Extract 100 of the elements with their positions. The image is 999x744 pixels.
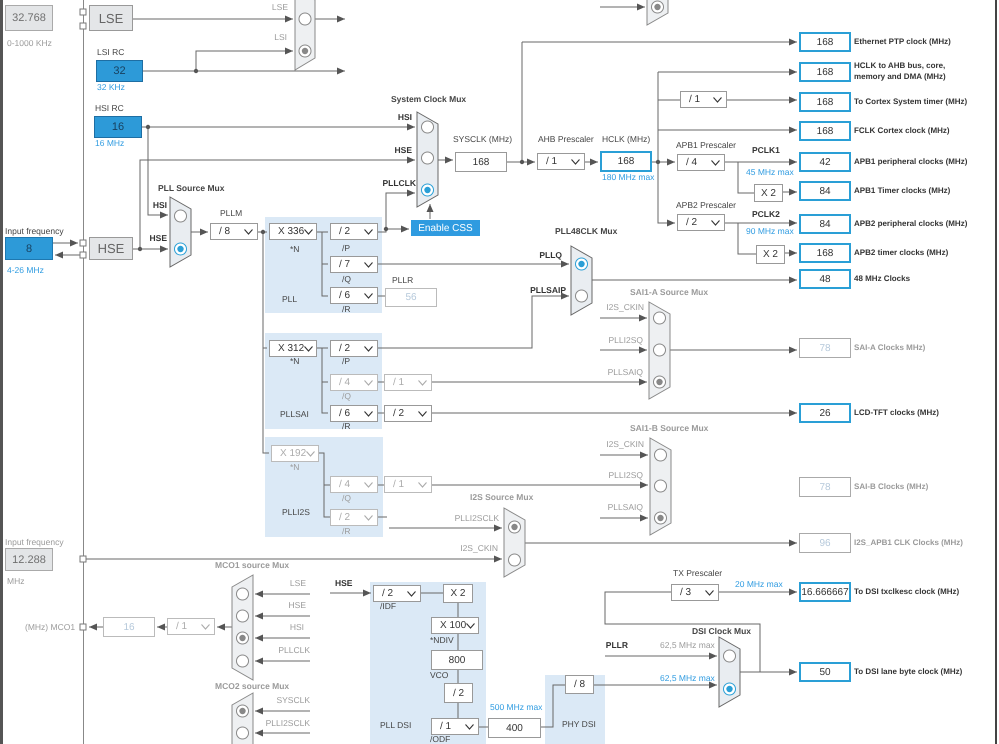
connector-line (738, 162, 754, 194)
diagram-label: TX Prescaler (673, 567, 722, 579)
output-clock-label: To DSI txclkesc clock (MHz) (854, 586, 960, 597)
output-frequency-field[interactable]: 168 (799, 92, 851, 112)
mux-title: SAI1-B Source Mux (630, 422, 708, 434)
diagram-label: 500 MHz max (490, 701, 542, 713)
prescaler-dropdown[interactable]: X 312 (269, 340, 317, 357)
arrow-connector (584, 158, 598, 166)
arrow-connector (600, 4, 646, 10)
mux-input-label: LSI (274, 31, 287, 43)
prescaler-dropdown[interactable]: / 2 (384, 405, 432, 422)
output-frequency-field[interactable]: 42 (799, 152, 851, 172)
output-frequency-field[interactable]: 168 (799, 121, 851, 141)
mux-input-label: PLLQ (539, 249, 562, 261)
oscillator-frequency: 32 KHz (97, 81, 125, 93)
chevron-down-icon (713, 96, 722, 102)
chevron-down-icon (364, 380, 373, 386)
block-title: PLL DSI (380, 719, 412, 731)
prescaler-dropdown[interactable]: / 6 (330, 287, 378, 304)
mux-title: MCO2 source Mux (215, 680, 290, 692)
prescaler-dropdown[interactable]: / 6 (330, 405, 378, 422)
mux-input-label: PLLCLK (382, 177, 416, 189)
prescaler-caption: *N (290, 355, 300, 367)
frequency-field[interactable]: 168 (455, 152, 507, 172)
output-clock-label: APB1 peripheral clocks (MHz) (854, 156, 968, 167)
chevron-down-icon (711, 160, 720, 166)
diagram-label: APB2 Prescaler (676, 199, 736, 211)
frequency-field[interactable]: 800 (431, 650, 483, 670)
prescaler-dropdown[interactable]: / 2 (330, 223, 378, 240)
input-frequency-label: Input frequency (5, 225, 64, 237)
output-frequency-field[interactable]: 48 (799, 269, 851, 289)
frequency-field[interactable]: 168 (600, 151, 652, 172)
output-clock-label: 48 MHz Clocks (854, 273, 910, 284)
junction-dot (384, 226, 388, 232)
prescaler-dropdown[interactable]: / 2 (373, 585, 421, 602)
chevron-down-icon (418, 482, 427, 488)
prescaler-dropdown[interactable]: X 336 (269, 223, 317, 240)
arrow-connector (254, 612, 310, 620)
arrow-connector (330, 590, 372, 596)
prescaler-dropdown[interactable]: / 3 (671, 584, 719, 601)
arrow-connector (314, 16, 346, 22)
mux-input-label: HSI (290, 621, 304, 633)
connector-line (478, 726, 488, 728)
prescaler-dropdown[interactable]: / 4 (677, 154, 725, 171)
junction-dot (138, 246, 142, 252)
prescaler-dropdown[interactable]: / 1 (537, 153, 585, 170)
multiplier-value: X 2 (443, 584, 473, 603)
input-frequency-field[interactable]: 32.768 (5, 5, 53, 31)
diagram-label: SYSCLK (MHz) (453, 133, 512, 145)
pin-icon (80, 240, 86, 246)
mux-input-label: HSI (398, 111, 412, 123)
mux-input-label: PLLSAIQ (608, 501, 643, 513)
output-frequency-field[interactable]: 84 (799, 214, 851, 234)
output-clock-label: FCLK Cortex clock (MHz) (854, 125, 950, 136)
connector-line (738, 222, 756, 254)
output-frequency-field[interactable]: 168 (799, 243, 851, 263)
output-clock-label: To Cortex System timer (MHz) (854, 96, 968, 107)
prescaler-dropdown[interactable]: / 2 (677, 214, 725, 231)
mux-input-label: I2S_CKIN (606, 438, 644, 450)
diagram-label: 180 MHz max (602, 171, 654, 183)
prescaler-caption: /Q (342, 390, 351, 402)
output-frequency-field[interactable]: 84 (799, 181, 851, 201)
prescaler-dropdown[interactable]: X 100 (431, 617, 479, 634)
arrow-connector (600, 514, 648, 522)
chevron-down-icon (711, 220, 720, 226)
output-frequency-field[interactable]: 26 (799, 403, 851, 423)
prescaler-dropdown[interactable]: / 7 (330, 256, 378, 273)
arrow-connector (88, 624, 104, 630)
prescaler-dropdown[interactable]: / 8 (210, 223, 258, 240)
chevron-down-icon (244, 228, 253, 234)
prescaler-dropdown[interactable]: / 2 (330, 340, 378, 357)
prescaler-dropdown[interactable]: / 1 (680, 91, 727, 108)
pin-icon (80, 624, 86, 630)
pin-icon (80, 252, 86, 258)
frequency-field[interactable]: 400 (488, 718, 541, 738)
arrow-connector (156, 624, 168, 630)
oscillator-block: LSE (89, 5, 133, 31)
arrow-connector (54, 252, 80, 258)
mux-title: SAI1-A Source Mux (630, 286, 708, 298)
output-frequency-field[interactable]: 50 (799, 662, 851, 682)
multiplier-value: X 2 (756, 245, 785, 264)
output-frequency-field[interactable]: 168 (799, 32, 851, 52)
output-frequency-field[interactable]: 168 (799, 62, 851, 82)
prescaler-caption: /R (342, 420, 350, 432)
input-frequency-field[interactable]: 12.288 (5, 548, 53, 571)
pin-icon (80, 8, 86, 16)
chevron-down-icon (418, 380, 427, 386)
connector-line (420, 592, 444, 594)
diagram-label: 90 MHz max (746, 225, 794, 237)
junction-dot (520, 160, 524, 164)
mux-input-label: I2S_CKIN (606, 301, 644, 313)
mux-input-label: PLLR (606, 639, 628, 651)
diagram-label: 62,5 MHz max (660, 672, 715, 684)
prescaler-dropdown[interactable]: / 1 (431, 718, 479, 735)
chevron-down-icon (407, 590, 416, 596)
chevron-down-icon (364, 514, 373, 520)
output-frequency-field[interactable]: 16.666667 (799, 582, 851, 602)
diagram-label: VCO (430, 669, 448, 681)
mux-input-label: PLLI2SQ (608, 334, 643, 346)
frequency-range: MHz (7, 575, 24, 587)
